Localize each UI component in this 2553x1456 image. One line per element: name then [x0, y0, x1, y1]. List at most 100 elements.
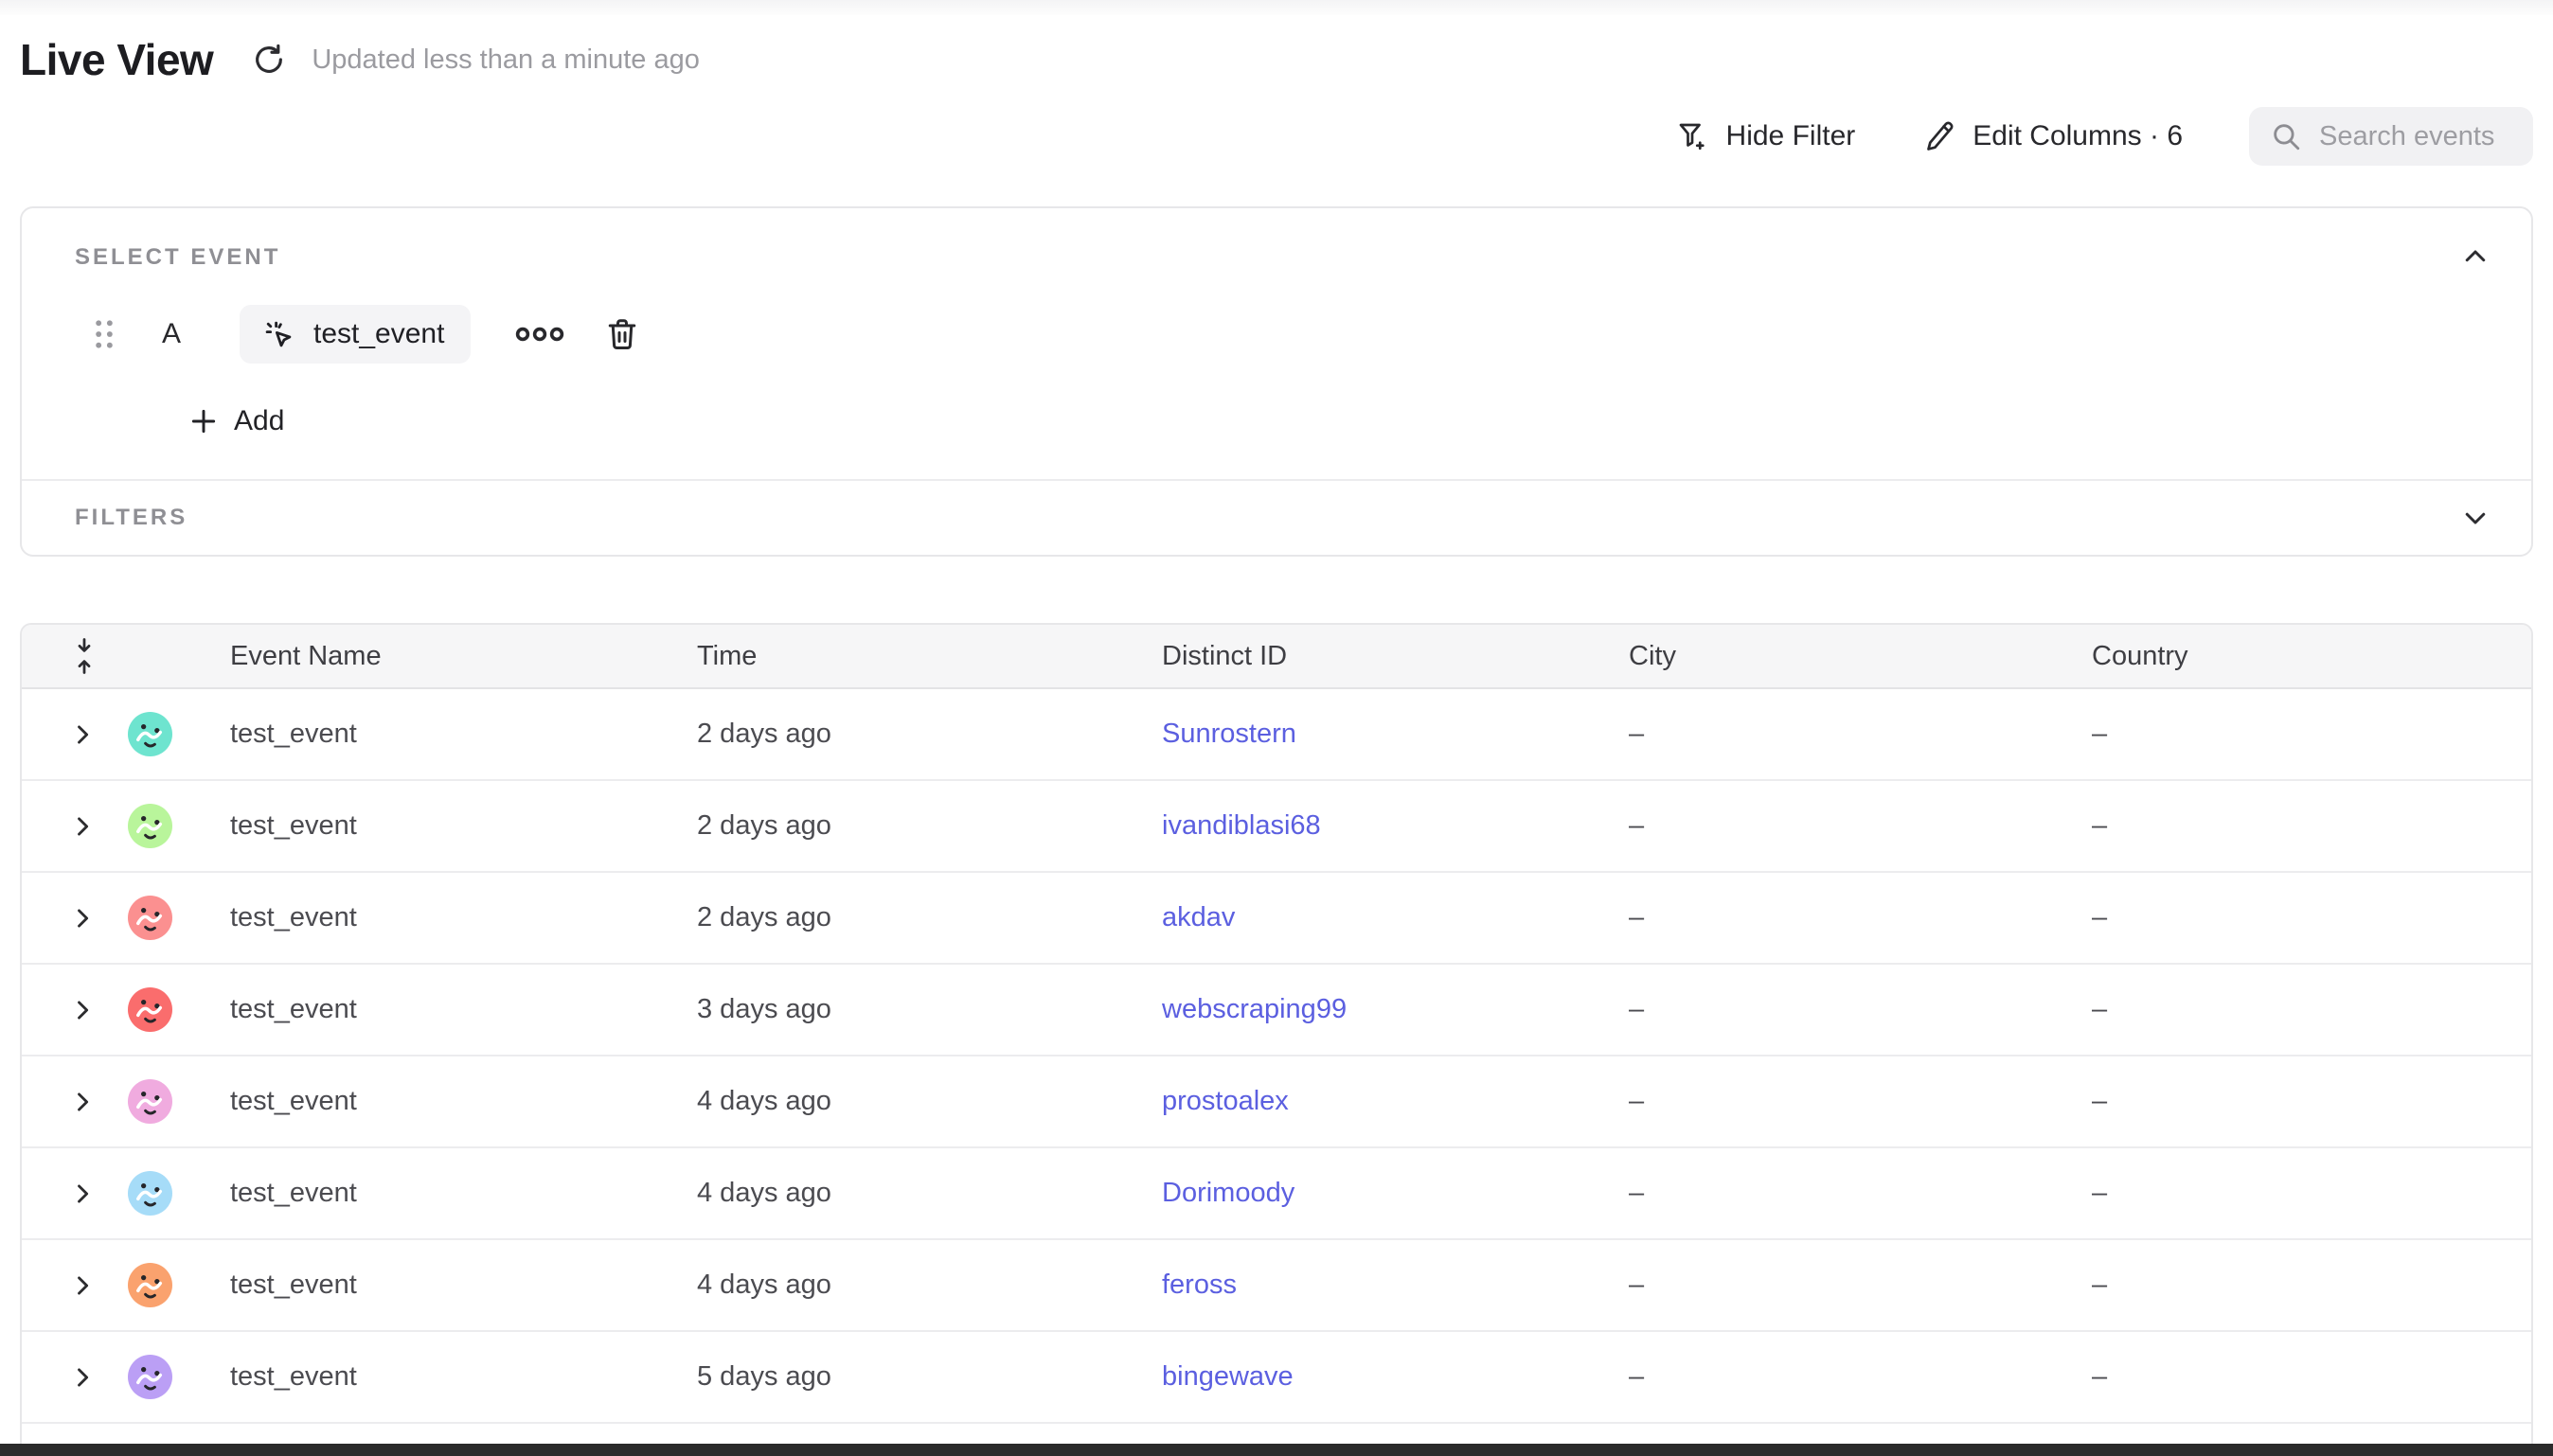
cell-event-name: test_event: [230, 1270, 697, 1301]
ellipsis-icon: [514, 323, 565, 346]
cell-event-name: test_event: [230, 1178, 697, 1209]
step-letter: A: [162, 318, 181, 350]
cell-time: 5 days ago: [697, 1361, 1162, 1393]
collapse-section-button[interactable]: [2461, 242, 2490, 271]
table-header-row: Event Name Time Distinct ID City Country: [22, 625, 2531, 689]
table-row: test_event 4 days ago Dorimoody – –: [22, 1148, 2531, 1240]
chevron-right-icon: [69, 721, 96, 748]
hide-filter-button[interactable]: Hide Filter: [1675, 119, 1856, 153]
cell-country: –: [2092, 1361, 2531, 1393]
edit-columns-button[interactable]: Edit Columns · 6: [1921, 119, 2183, 153]
row-expand-button[interactable]: [69, 997, 96, 1023]
row-expand-button[interactable]: [69, 1089, 96, 1115]
user-avatar: [128, 1171, 172, 1216]
row-expand-button[interactable]: [69, 721, 96, 748]
add-button-label: Add: [234, 405, 284, 437]
cell-city: –: [1629, 1178, 2092, 1209]
user-avatar: [128, 896, 172, 940]
user-avatar: [128, 1355, 172, 1399]
search-icon: [2270, 120, 2302, 152]
chevron-right-icon: [69, 1364, 96, 1391]
query-builder-card: SELECT EVENT: [20, 206, 2533, 557]
cell-time: 4 days ago: [697, 1178, 1162, 1209]
row-expand-button[interactable]: [69, 905, 96, 932]
page-header: Live View Updated less than a minute ago: [20, 34, 2533, 85]
distinct-id-link[interactable]: feross: [1162, 1270, 1237, 1300]
column-header-city: City: [1629, 641, 2092, 672]
filters-section-toggle[interactable]: FILTERS: [22, 481, 2531, 555]
hide-filter-label: Hide Filter: [1726, 120, 1856, 152]
cell-city: –: [1629, 1361, 2092, 1393]
trash-icon: [605, 315, 639, 353]
toolbar: Hide Filter Edit Columns · 6: [20, 106, 2533, 167]
refresh-button[interactable]: [251, 42, 287, 78]
cell-event-name: test_event: [230, 719, 697, 750]
chevron-right-icon: [69, 905, 96, 932]
select-event-section: SELECT EVENT: [22, 208, 2531, 479]
cell-city: –: [1629, 994, 2092, 1025]
search-input[interactable]: [2319, 121, 2512, 152]
table-row: test_event 4 days ago feross – –: [22, 1240, 2531, 1332]
chevron-right-icon: [69, 813, 96, 840]
drag-handle[interactable]: [90, 316, 118, 352]
distinct-id-link[interactable]: bingewave: [1162, 1361, 1294, 1392]
add-event-button[interactable]: Add: [188, 405, 284, 437]
cell-country: –: [2092, 1178, 2531, 1209]
cell-city: –: [1629, 1086, 2092, 1117]
row-expand-button[interactable]: [69, 1272, 96, 1299]
cell-country: –: [2092, 994, 2531, 1025]
user-avatar: [128, 1263, 172, 1307]
user-avatar: [128, 712, 172, 756]
distinct-id-link[interactable]: Dorimoody: [1162, 1178, 1294, 1208]
cell-time: 4 days ago: [697, 1086, 1162, 1117]
row-expand-button[interactable]: [69, 813, 96, 840]
event-step-row: A test_event: [75, 305, 2488, 364]
cell-city: –: [1629, 1270, 2092, 1301]
cell-country: –: [2092, 1086, 2531, 1117]
event-chip-label: test_event: [313, 318, 444, 350]
cell-country: –: [2092, 719, 2531, 750]
live-view-page: Live View Updated less than a minute ago…: [0, 0, 2553, 1456]
distinct-id-link[interactable]: prostoalex: [1162, 1086, 1289, 1116]
filter-plus-icon: [1675, 119, 1709, 153]
column-header-time: Time: [697, 641, 1162, 672]
chevron-up-icon: [2461, 242, 2490, 271]
collapse-all-rows-button[interactable]: [69, 637, 101, 675]
distinct-id-link[interactable]: webscraping99: [1162, 994, 1347, 1024]
distinct-id-link[interactable]: akdav: [1162, 902, 1235, 932]
cell-city: –: [1629, 810, 2092, 842]
event-options-button[interactable]: [514, 323, 565, 346]
chevron-right-icon: [69, 1181, 96, 1207]
chevron-right-icon: [69, 997, 96, 1023]
user-avatar: [128, 1079, 172, 1124]
events-table: Event Name Time Distinct ID City Country: [20, 623, 2533, 1456]
event-selector-chip[interactable]: test_event: [240, 305, 471, 364]
distinct-id-link[interactable]: ivandiblasi68: [1162, 810, 1321, 841]
distinct-id-link[interactable]: Sunrostern: [1162, 719, 1296, 749]
drag-handle-icon: [90, 316, 118, 352]
cursor-click-icon: [260, 316, 296, 352]
search-box: [2249, 107, 2533, 166]
table-row: test_event 5 days ago bingewave – –: [22, 1332, 2531, 1424]
cell-time: 2 days ago: [697, 719, 1162, 750]
cell-time: 2 days ago: [697, 902, 1162, 933]
delete-event-button[interactable]: [605, 315, 639, 353]
cell-event-name: test_event: [230, 994, 697, 1025]
user-avatar: [128, 804, 172, 848]
table-row: test_event 2 days ago ivandiblasi68 – –: [22, 781, 2531, 873]
row-expand-button[interactable]: [69, 1181, 96, 1207]
cell-city: –: [1629, 902, 2092, 933]
select-event-label: SELECT EVENT: [75, 244, 2488, 271]
table-row: test_event 2 days ago Sunrostern – –: [22, 689, 2531, 781]
row-expand-button[interactable]: [69, 1364, 96, 1391]
column-header-country: Country: [2092, 641, 2531, 672]
user-avatar: [128, 987, 172, 1032]
page-title: Live View: [20, 34, 213, 85]
refresh-icon: [251, 42, 287, 78]
cell-event-name: test_event: [230, 1361, 697, 1393]
cell-country: –: [2092, 810, 2531, 842]
cell-event-name: test_event: [230, 902, 697, 933]
pencil-icon: [1921, 119, 1955, 153]
collapse-vertical-icon: [69, 637, 99, 675]
plus-icon: [188, 406, 219, 436]
